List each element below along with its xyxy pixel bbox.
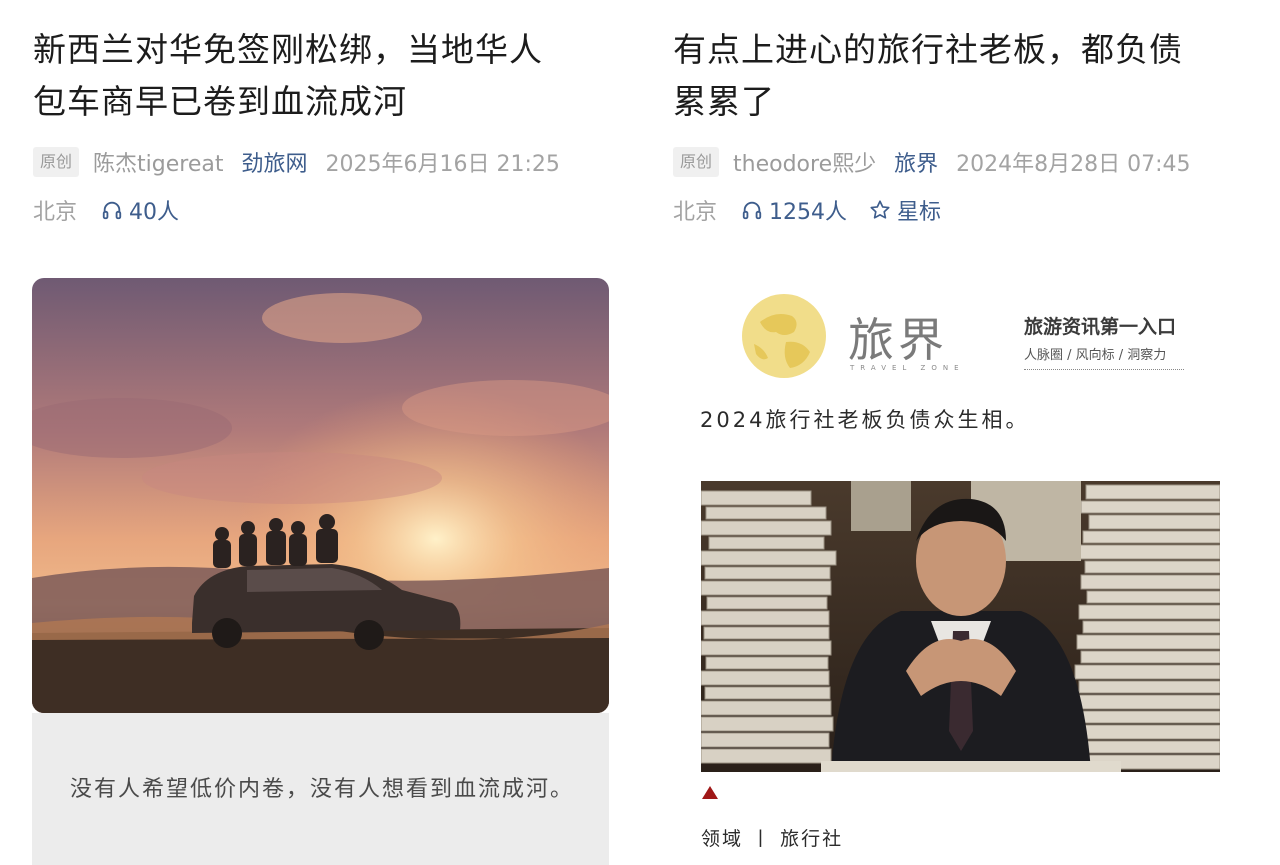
title-line-2: 累累了 (673, 82, 775, 121)
listener-count: 40人 (129, 200, 180, 225)
headphones-icon (102, 201, 122, 220)
article-meta-secondary: 北京 40人 (33, 192, 201, 228)
listener-count: 1254人 (769, 200, 848, 225)
author-name[interactable]: theodore熙少 (733, 146, 876, 178)
quote-text: 没有人希望低价内卷，没有人想看到血流成河。 (70, 777, 575, 802)
article-card-left[interactable]: 新西兰对华免签刚松绑，当地华人 包车商早已卷到血流成河 原创 陈杰tigerea… (0, 0, 640, 865)
article-card-right[interactable]: 有点上进心的旅行社老板，都负债 累累了 原创 theodore熙少 旅界 202… (640, 0, 1280, 865)
article-meta-secondary: 北京 1254人 星标 (673, 192, 941, 228)
brand-tags: 人脉圈 / 风向标 / 洞察力 (1024, 344, 1184, 370)
triangle-marker-icon (702, 786, 718, 799)
article-title[interactable]: 有点上进心的旅行社老板，都负债 累累了 (673, 24, 1253, 128)
source-link[interactable]: 劲旅网 (241, 146, 307, 178)
listen-button[interactable]: 1254人 (741, 194, 847, 226)
brand-banner: 旅界 TRAVEL ZONE 旅游资讯第一入口 人脉圈 / 风向标 / 洞察力 (740, 292, 1190, 382)
quote-block: 没有人希望低价内卷，没有人想看到血流成河。 (32, 713, 609, 865)
brand-name: 旅界 (848, 313, 948, 367)
article-cover-image[interactable] (32, 278, 609, 713)
author-name[interactable]: 陈杰tigereat (93, 146, 223, 178)
article-photo[interactable] (701, 481, 1220, 772)
location: 北京 (33, 200, 78, 225)
brand-subtitle: TRAVEL ZONE (850, 364, 965, 372)
globe-logo-icon (742, 294, 826, 378)
headphones-icon (742, 201, 762, 220)
article-meta: 原创 theodore熙少 旅界 2024年8月28日 07:45 (673, 144, 1191, 180)
original-badge: 原创 (673, 147, 720, 177)
title-line-2: 包车商早已卷到血流成河 (33, 82, 407, 121)
publish-date: 2025年6月16日 21:25 (325, 152, 560, 177)
publish-date: 2024年8月28日 07:45 (956, 152, 1191, 177)
source-link[interactable]: 旅界 (894, 146, 938, 178)
listen-button[interactable]: 40人 (101, 194, 179, 226)
title-line-1: 新西兰对华免签刚松绑，当地华人 (33, 30, 543, 69)
article-meta: 原创 陈杰tigereat 劲旅网 2025年6月16日 21:25 (33, 144, 560, 180)
star-button[interactable]: 星标 (869, 194, 941, 226)
star-label: 星标 (897, 200, 942, 225)
article-body-text: 2024旅行社老板负债众生相。 (700, 408, 1030, 432)
title-line-1: 有点上进心的旅行社老板，都负债 (673, 30, 1183, 69)
original-badge: 原创 (33, 147, 80, 177)
star-outline-icon (870, 200, 890, 219)
article-title[interactable]: 新西兰对华免签刚松绑，当地华人 包车商早已卷到血流成河 (33, 24, 613, 128)
brand-slogan: 旅游资讯第一入口 (1024, 316, 1177, 338)
field-label: 领域 丨 旅行社 (701, 828, 844, 850)
location: 北京 (673, 200, 718, 225)
